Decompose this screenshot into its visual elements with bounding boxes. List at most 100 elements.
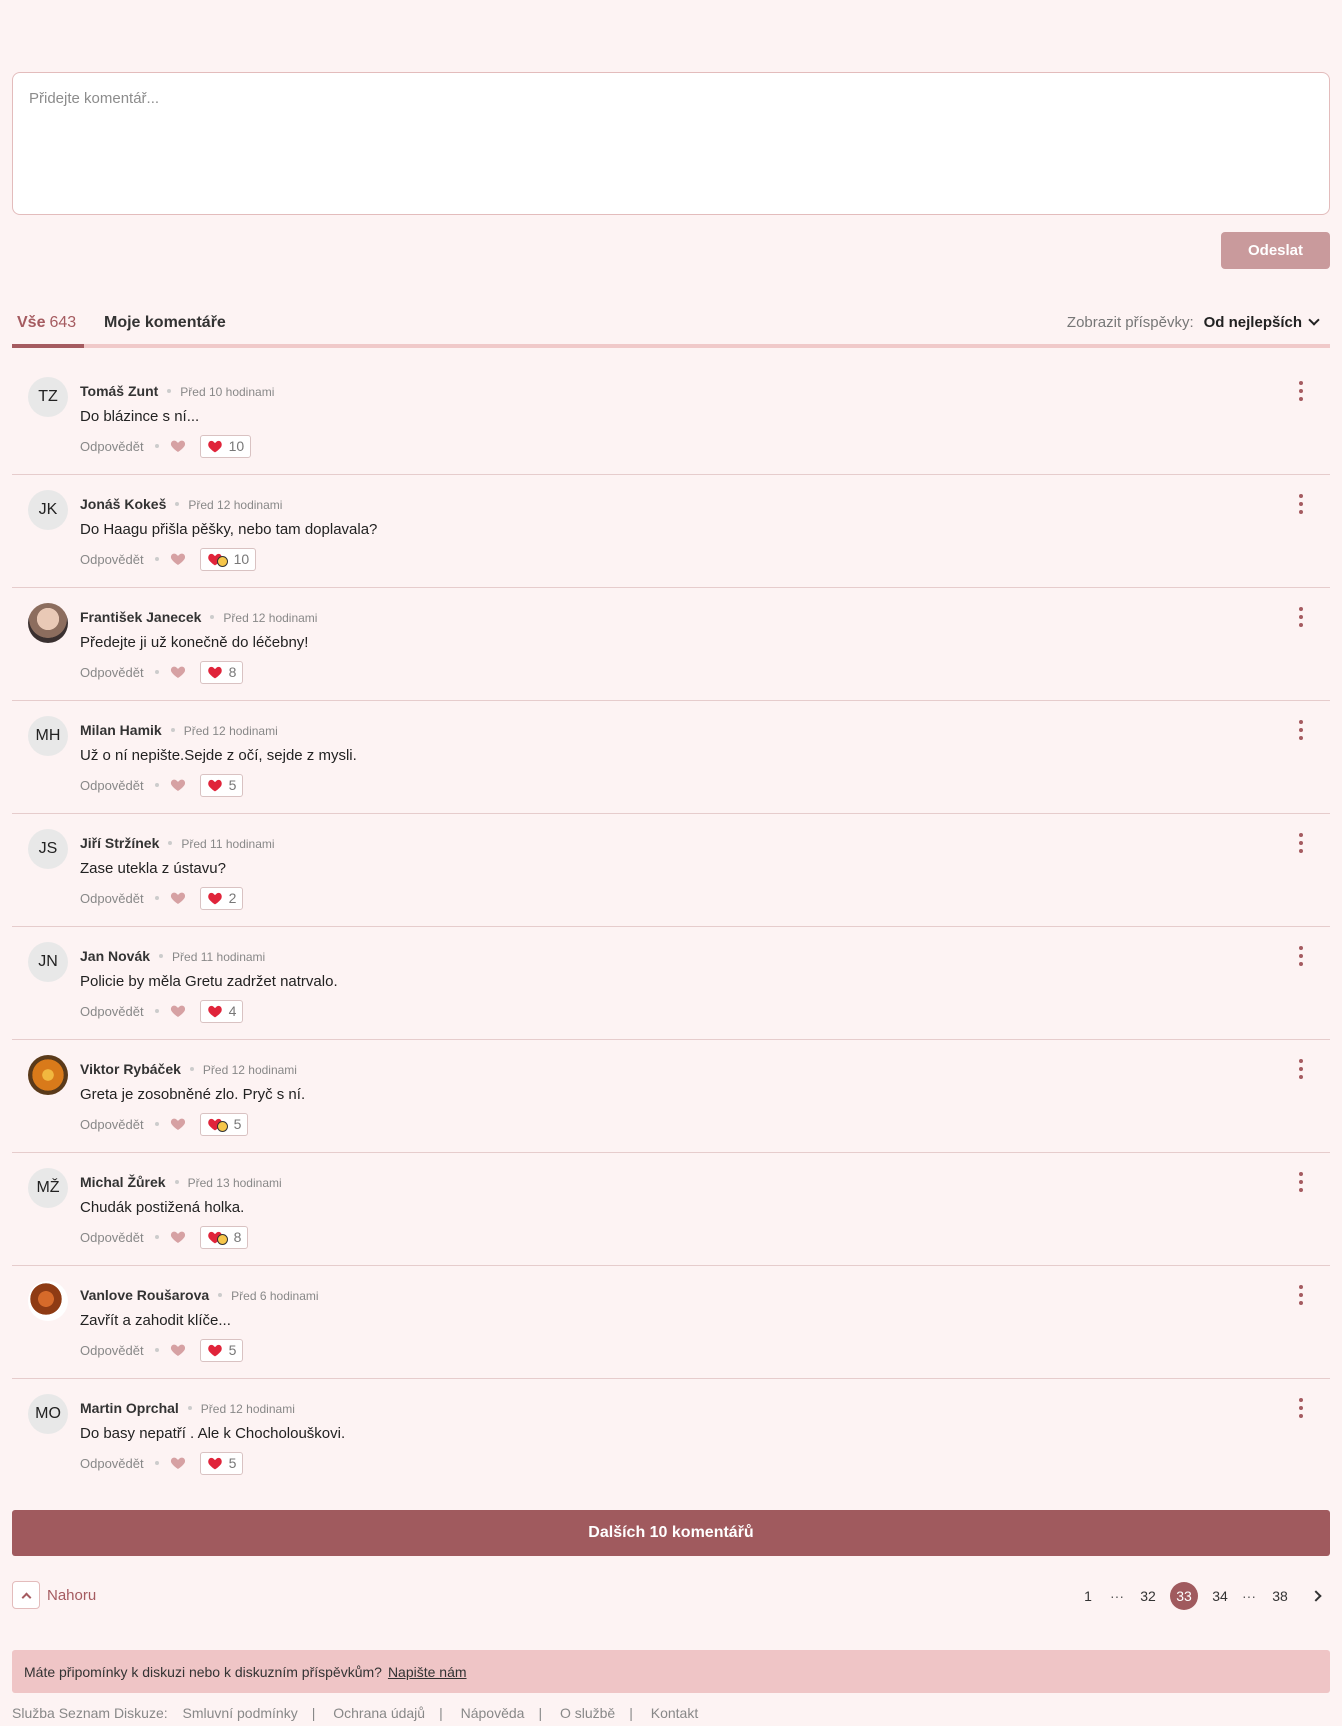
avatar[interactable]: JN [28, 942, 68, 982]
heart-icon[interactable] [170, 1003, 186, 1019]
reply-button[interactable]: Odpovědět [80, 1456, 144, 1471]
comment-meta: Tomáš Zunt Před 10 hodinami [80, 383, 274, 399]
comment-author[interactable]: Viktor Rybáček [80, 1061, 181, 1077]
heart-icon[interactable] [170, 438, 186, 454]
avatar[interactable]: MO [28, 1394, 68, 1434]
page-link[interactable]: 38 [1266, 1582, 1294, 1610]
reaction-counter[interactable]: 5 [199, 1338, 244, 1362]
avatar[interactable] [28, 1055, 68, 1095]
comment-actions: Odpovědět 10 [80, 547, 257, 571]
reaction-counter[interactable]: 8 [199, 660, 244, 684]
heart-icon[interactable] [170, 777, 186, 793]
more-options-icon[interactable] [1298, 1172, 1304, 1192]
heart-icon[interactable] [170, 1455, 186, 1471]
tab-all[interactable]: Vše 643 [17, 314, 76, 332]
comment-author[interactable]: Jiří Stržínek [80, 835, 159, 851]
reaction-counter[interactable]: 10 [199, 434, 252, 458]
comment-item: Vanlove Roušarova Před 6 hodinami Zavřít a… [12, 1266, 1330, 1379]
chevron-right-icon[interactable] [1302, 1582, 1330, 1610]
avatar[interactable]: TZ [28, 377, 68, 417]
reply-button[interactable]: Odpovědět [80, 439, 144, 454]
more-options-icon[interactable] [1298, 494, 1304, 514]
active-tab-indicator [12, 344, 84, 348]
comment-author[interactable]: Tomáš Zunt [80, 383, 158, 399]
comment-author[interactable]: Milan Hamik [80, 722, 162, 738]
reaction-counter[interactable]: 8 [199, 1225, 249, 1249]
comment-text: Zavřít a zahodit klíče... [80, 1312, 231, 1329]
page-link[interactable]: 34 [1206, 1582, 1234, 1610]
comment-item: MH Milan Hamik Před 12 hodinami Už o ní nep… [12, 701, 1330, 814]
page-link[interactable]: 1 [1074, 1582, 1102, 1610]
footer-link-privacy[interactable]: Ochrana údajů [333, 1705, 425, 1721]
avatar[interactable] [28, 603, 68, 643]
feedback-text: Máte připomínky k diskuzi nebo k diskuzn… [24, 1663, 382, 1680]
more-options-icon[interactable] [1298, 381, 1304, 401]
reply-button[interactable]: Odpovědět [80, 1004, 144, 1019]
more-options-icon[interactable] [1298, 1398, 1304, 1418]
heart-icon[interactable] [170, 1342, 186, 1358]
reaction-counter[interactable]: 10 [199, 547, 257, 571]
comment-author[interactable]: František Janecek [80, 609, 201, 625]
reply-button[interactable]: Odpovědět [80, 891, 144, 906]
reaction-counter[interactable]: 5 [199, 1451, 244, 1475]
more-options-icon[interactable] [1298, 946, 1304, 966]
comment-meta: Jan Novák Před 11 hodinami [80, 948, 265, 964]
heart-icon[interactable] [170, 551, 186, 567]
reply-button[interactable]: Odpovědět [80, 665, 144, 680]
sort-label: Zobrazit příspěvky: [1066, 314, 1194, 331]
reaction-count: 8 [233, 1229, 242, 1245]
comment-text: Chudák postižená holka. [80, 1199, 245, 1216]
heart-icon[interactable] [170, 890, 186, 906]
reply-button[interactable]: Odpovědět [80, 1343, 144, 1358]
separator-dot [168, 841, 173, 845]
tab-my-comments[interactable]: Moje komentáře [104, 314, 226, 332]
pagination: 1 ··· 32 33 34 ··· 38 [1066, 1581, 1330, 1611]
comment-actions: Odpovědět 5 [80, 773, 244, 797]
avatar[interactable]: MH [28, 716, 68, 756]
avatar[interactable]: JS [28, 829, 68, 869]
heart-icon[interactable] [170, 1229, 186, 1245]
comment-composer[interactable] [12, 72, 1330, 215]
feedback-link[interactable]: Napište nám [388, 1664, 467, 1680]
send-button[interactable]: Odeslat [1221, 232, 1330, 269]
footer-link-about[interactable]: O službě [560, 1705, 615, 1721]
more-options-icon[interactable] [1298, 1059, 1304, 1079]
reply-button[interactable]: Odpovědět [80, 1117, 144, 1132]
comment-author[interactable]: Jonáš Kokeš [80, 496, 166, 512]
comment-author[interactable]: Jan Novák [80, 948, 150, 964]
comment-text: Policie by měla Gretu zadržet natrvalo. [80, 973, 338, 990]
avatar[interactable] [28, 1281, 68, 1321]
reaction-counter[interactable]: 5 [199, 1112, 249, 1136]
more-options-icon[interactable] [1298, 720, 1304, 740]
avatar[interactable]: MŽ [28, 1168, 68, 1208]
page-link[interactable]: 32 [1134, 1582, 1162, 1610]
comment-item: TZ Tomáš Zunt Před 10 hodinami Do blázince … [12, 362, 1330, 475]
reaction-count: 5 [233, 1116, 242, 1132]
more-options-icon[interactable] [1298, 1285, 1304, 1305]
pagination-ellipsis: ··· [1110, 1588, 1124, 1604]
comment-meta: Jonáš Kokeš Před 12 hodinami [80, 496, 282, 512]
reaction-count: 5 [228, 777, 237, 793]
footer-link-contact[interactable]: Kontakt [651, 1705, 698, 1721]
reaction-counter[interactable]: 2 [199, 886, 244, 910]
footer-link-help[interactable]: Nápověda [461, 1705, 525, 1721]
reaction-counter[interactable]: 4 [199, 999, 244, 1023]
reaction-count: 10 [228, 438, 245, 454]
reaction-counter[interactable]: 5 [199, 773, 244, 797]
comment-author[interactable]: Michal Žůrek [80, 1174, 166, 1190]
reply-button[interactable]: Odpovědět [80, 552, 144, 567]
comment-author[interactable]: Vanlove Roušarova [80, 1287, 209, 1303]
comment-author[interactable]: Martin Oprchal [80, 1400, 179, 1416]
load-more-button[interactable]: Dalších 10 komentářů [12, 1510, 1330, 1556]
more-options-icon[interactable] [1298, 607, 1304, 627]
heart-icon[interactable] [170, 1116, 186, 1132]
reply-button[interactable]: Odpovědět [80, 778, 144, 793]
comment-input[interactable] [13, 73, 1329, 214]
avatar[interactable]: JK [28, 490, 68, 530]
footer-link-terms[interactable]: Smluvní podmínky [183, 1705, 298, 1721]
sort-dropdown[interactable]: Zobrazit příspěvky: Od nejlepších [1066, 314, 1320, 331]
reply-button[interactable]: Odpovědět [80, 1230, 144, 1245]
scroll-top-link[interactable]: Nahoru [12, 1581, 96, 1609]
heart-icon[interactable] [170, 664, 186, 680]
more-options-icon[interactable] [1298, 833, 1304, 853]
